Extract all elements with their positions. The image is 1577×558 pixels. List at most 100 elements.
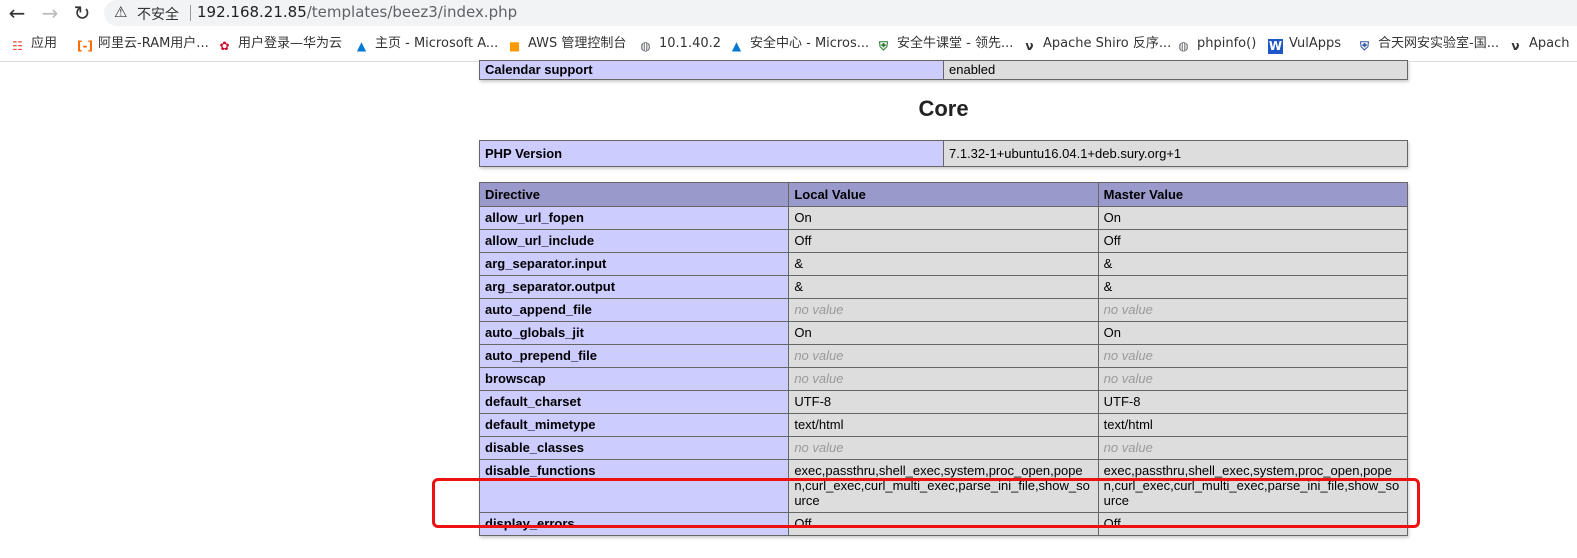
master-value: Off	[1097, 229, 1409, 253]
address-divider	[190, 5, 191, 21]
master-value: no value	[1097, 367, 1409, 391]
directive-name: default_charset	[478, 390, 790, 414]
apache-feather-icon: ν	[1025, 39, 1034, 53]
bookmark-item[interactable]: ⛨ 安全牛课堂 - 领先...	[876, 35, 1013, 53]
address-row: ← → ↻ ⚠ 不安全 192.168.21.85/templates/beez…	[0, 0, 1577, 28]
bookmark-label: 主页 - Microsoft A...	[375, 36, 499, 51]
reload-icon[interactable]: ↻	[71, 2, 93, 24]
master-value: no value	[1097, 298, 1409, 322]
bookmark-label: 用户登录—华为云	[238, 36, 343, 51]
local-value: On	[788, 206, 1099, 230]
word-w-icon: W	[1268, 39, 1283, 54]
table-row: auto_append_file no value no value	[478, 298, 1409, 322]
table-row: Calendar support enabled	[479, 60, 1408, 80]
browser-chrome: ← → ↻ ⚠ 不安全 192.168.21.85/templates/beez…	[0, 0, 1577, 62]
local-value: &	[788, 275, 1099, 299]
bookmark-item[interactable]: ◍ 10.1.40.2	[638, 35, 721, 53]
master-value: &	[1097, 275, 1409, 299]
directive-name: disable_classes	[478, 436, 790, 460]
forward-arrow-icon[interactable]: →	[39, 2, 61, 24]
back-arrow-icon[interactable]: ←	[6, 2, 28, 24]
bookmark-label: 合天网安实验室-国...	[1378, 36, 1500, 51]
bookmark-item[interactable]: ■ AWS 管理控制台	[507, 35, 627, 53]
table-row: PHP Version 7.1.32-1+ubuntu16.04.1+deb.s…	[479, 140, 1408, 167]
apache-feather-icon: ν	[1511, 39, 1520, 53]
no-value-text: no value	[1103, 348, 1153, 363]
table-row: allow_url_include Off Off	[478, 229, 1409, 253]
local-value: no value	[788, 436, 1099, 460]
master-value: On	[1097, 321, 1409, 345]
aws-icon: ■	[508, 39, 521, 53]
master-value: &	[1097, 252, 1409, 276]
bookmark-item[interactable]: ▲ 主页 - Microsoft A...	[354, 35, 498, 53]
table-row: allow_url_fopen On On	[478, 206, 1409, 230]
table-row: arg_separator.input & &	[478, 252, 1409, 276]
directive-name: auto_prepend_file	[478, 344, 790, 368]
bookmark-label: Apach	[1529, 36, 1570, 51]
azure-icon: ▲	[356, 39, 367, 53]
directive-name: arg_separator.input	[478, 252, 790, 276]
table-row: disable_classes no value no value	[478, 436, 1409, 460]
bookmark-item[interactable]: ⛨ 合天网安实验室-国...	[1357, 35, 1499, 53]
table-row: arg_separator.output & &	[478, 275, 1409, 299]
column-header-master: Master Value	[1097, 182, 1409, 207]
bookmark-item[interactable]: ν Apach	[1508, 35, 1570, 53]
master-value: UTF-8	[1097, 390, 1409, 414]
bookmark-label: Apache Shiro 反序...	[1043, 36, 1172, 51]
globe-icon: ◍	[1178, 39, 1189, 53]
directive-name: auto_append_file	[478, 298, 790, 322]
address-bar[interactable]: ⚠ 不安全 192.168.21.85/templates/beez3/inde…	[104, 0, 1577, 26]
local-value: On	[788, 321, 1099, 345]
directive-name: default_mimetype	[478, 413, 790, 437]
bookmark-item[interactable]: [-] 阿里云-RAM用户...	[77, 35, 209, 53]
local-value: &	[788, 252, 1099, 276]
local-value: text/html	[788, 413, 1099, 437]
php-version-table: PHP Version 7.1.32-1+ubuntu16.04.1+deb.s…	[479, 140, 1408, 167]
bookmarks-bar: ☷ 应用 [-] 阿里云-RAM用户... ✿ 用户登录—华为云 ▲ 主页 - Microso…	[0, 32, 1577, 56]
highlight-annotation-box	[432, 478, 1420, 528]
warning-triangle-icon[interactable]: ⚠	[114, 3, 127, 21]
bookmark-label: 10.1.40.2	[659, 36, 722, 51]
bookmark-item[interactable]: ▲ 安全中心 - Micros...	[729, 35, 869, 53]
directive-name: PHP Version	[479, 140, 944, 167]
local-value: UTF-8	[788, 390, 1099, 414]
url-text[interactable]: 192.168.21.85/templates/beez3/index.php	[197, 3, 517, 21]
directive-name: arg_separator.output	[478, 275, 790, 299]
directive-value: enabled	[943, 60, 1408, 80]
huawei-icon: ✿	[219, 39, 230, 53]
bookmark-label: 应用	[31, 36, 58, 51]
directive-value: 7.1.32-1+ubuntu16.04.1+deb.sury.org+1	[943, 140, 1408, 167]
table-row: auto_prepend_file no value no value	[478, 344, 1409, 368]
master-value: On	[1097, 206, 1409, 230]
url-host: 192.168.21.85	[197, 3, 307, 21]
local-value: no value	[788, 298, 1099, 322]
insecure-label[interactable]: 不安全	[137, 4, 179, 24]
directive-name: browscap	[478, 367, 790, 391]
local-value: no value	[788, 367, 1099, 391]
master-value: no value	[1097, 436, 1409, 460]
url-path: /templates/beez3/index.php	[306, 3, 518, 21]
no-value-text: no value	[794, 302, 844, 317]
table-row: default_mimetype text/html text/html	[478, 413, 1409, 437]
bookmark-item[interactable]: ν Apache Shiro 反序...	[1022, 35, 1171, 53]
bookmark-item[interactable]: ◍ phpinfo()	[1176, 35, 1256, 53]
no-value-text: no value	[794, 440, 844, 455]
directive-name: allow_url_fopen	[478, 206, 790, 230]
bookmark-item[interactable]: ✿ 用户登录—华为云	[217, 35, 342, 53]
bookmark-label: AWS 管理控制台	[528, 36, 627, 51]
shield-icon: ⛨	[878, 39, 888, 53]
azure-icon: ▲	[731, 39, 742, 53]
directive-name: Calendar support	[479, 60, 944, 80]
directive-name: allow_url_include	[478, 229, 790, 253]
bookmark-item[interactable]: ☷ 应用	[10, 35, 57, 53]
no-value-text: no value	[794, 371, 844, 386]
column-header-local: Local Value	[788, 182, 1099, 207]
table-row: auto_globals_jit On On	[478, 321, 1409, 345]
no-value-text: no value	[794, 348, 844, 363]
master-value: text/html	[1097, 413, 1409, 437]
directive-name: auto_globals_jit	[478, 321, 790, 345]
bookmark-label: 阿里云-RAM用户...	[98, 36, 209, 51]
table-row: browscap no value no value	[478, 367, 1409, 391]
bookmark-item[interactable]: W VulApps	[1268, 35, 1341, 54]
local-value: no value	[788, 344, 1099, 368]
